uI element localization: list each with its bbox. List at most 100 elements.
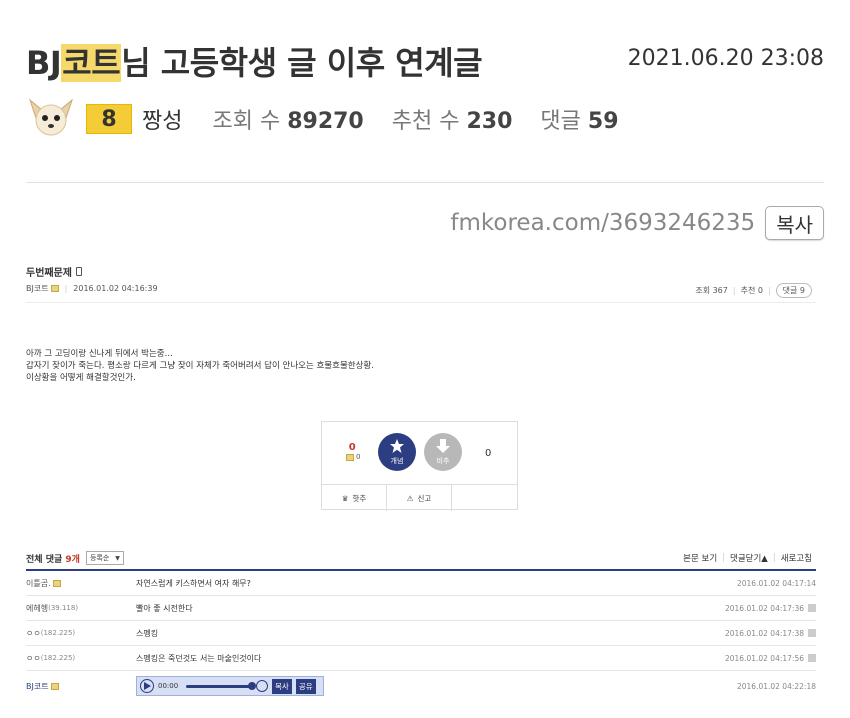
refresh-link[interactable]: 새로고침 bbox=[781, 552, 812, 564]
vote-down-count: 0 bbox=[485, 448, 492, 459]
actions-separator: | bbox=[772, 553, 776, 563]
comment-author[interactable]: 에헤헹 (39.118) bbox=[26, 603, 136, 614]
comment-time-text: 2016.01.02 04:17:36 bbox=[724, 603, 804, 613]
progress-slider[interactable] bbox=[186, 681, 256, 690]
delete-icon[interactable] bbox=[808, 654, 816, 662]
voice-comment: 00:00 복사 공유 bbox=[136, 676, 737, 696]
level-icon bbox=[50, 682, 59, 690]
level-badge: 8 bbox=[86, 104, 132, 134]
comment-ip: (182.225) bbox=[40, 629, 76, 637]
embed-stats: 조회 367 | 추천 0 | 댓글 9 bbox=[695, 283, 812, 298]
comment-header-actions: 본문 보기 | 댓글닫기▲ | 새로고침 bbox=[683, 552, 812, 564]
embed-datetime: 2016.01.02 04:16:39 bbox=[73, 284, 158, 293]
vote-up-small-number: 0 bbox=[356, 453, 361, 461]
siren-icon: ⚠ bbox=[406, 493, 414, 503]
author-nickname[interactable]: 짱성 bbox=[142, 103, 182, 135]
body-line: 아까 그 고딩이랑 신나게 뒤에서 박는중... bbox=[26, 349, 173, 359]
downvote-button[interactable]: 비추 bbox=[424, 433, 462, 471]
recommend-label: 추천 수 bbox=[391, 109, 460, 134]
play-button[interactable] bbox=[140, 679, 154, 693]
title-prefix: BJ bbox=[26, 44, 62, 82]
report-label: 신고 bbox=[417, 493, 432, 503]
header-divider bbox=[26, 182, 824, 183]
comment-author-name: ㅇㅇ bbox=[26, 653, 41, 663]
slider-knob[interactable] bbox=[248, 681, 256, 690]
chevron-up-icon: ▲ bbox=[761, 554, 768, 564]
embed-comment-count-button[interactable]: 댓글 9 bbox=[775, 283, 812, 298]
chihuahua-avatar-icon[interactable] bbox=[26, 96, 76, 142]
level-icon bbox=[52, 579, 61, 587]
scrap-button[interactable]: ♛ 핫추 bbox=[322, 485, 387, 511]
comments-label: 댓글 bbox=[540, 109, 581, 134]
mobile-icon bbox=[76, 267, 82, 276]
volume-icon[interactable] bbox=[256, 680, 268, 692]
comment-time: 2016.01.02 04:22:18 bbox=[737, 682, 816, 691]
comment-time-text: 2016.01.02 04:17:38 bbox=[724, 628, 804, 638]
sort-select[interactable]: 등록순 ▼ bbox=[85, 551, 124, 565]
comments-stat[interactable]: 댓글 59 bbox=[540, 103, 618, 135]
comment-time: 2016.01.02 04:17:38 bbox=[725, 629, 816, 638]
body-line: 갑자기 잦이가 죽는다. 평소랑 다르게 그냥 잦이 자체가 죽어버려서 답이 … bbox=[26, 361, 374, 371]
comment-time: 2016.01.02 04:17:56 bbox=[725, 654, 816, 663]
post-header: BJ코트님 고등학생 글 이후 연계글 2021.06.20 23:08 8 짱… bbox=[0, 0, 850, 184]
comment-row: 에헤헹 (39.118) 빨아 좋 시전한다 2016.01.02 04:17:3… bbox=[26, 596, 816, 621]
views-label: 조회 수 bbox=[212, 109, 281, 134]
page-title: BJ코트님 고등학생 글 이후 연계글 bbox=[26, 38, 483, 84]
comment-author-name: ㅇㅇ bbox=[26, 628, 41, 638]
comment-text: 스펭킹 bbox=[136, 628, 159, 638]
views-stat: 조회 수 89270 bbox=[212, 103, 363, 135]
upvote-button[interactable]: 개념 bbox=[378, 433, 416, 471]
view-body-link[interactable]: 본문 보기 bbox=[683, 552, 717, 564]
stats-separator: | bbox=[732, 286, 736, 295]
share-audio-button[interactable]: 공유 bbox=[295, 678, 316, 694]
crown-icon: ♛ bbox=[341, 493, 349, 503]
meta-separator: | bbox=[64, 284, 68, 293]
fold-comments-link[interactable]: 댓글닫기▲ bbox=[730, 552, 768, 564]
embed-divider bbox=[26, 302, 816, 303]
comment-row: 이틀곰. 자연스럽게 키스하면서 여자 해무? 2016.01.02 04:17… bbox=[26, 571, 816, 596]
level-icon bbox=[346, 453, 354, 461]
copy-audio-button[interactable]: 복사 bbox=[272, 678, 292, 694]
embed-views: 조회 367 bbox=[695, 286, 728, 295]
report-button[interactable]: ⚠ 신고 bbox=[387, 485, 452, 511]
downvote-label: 비추 bbox=[436, 457, 450, 465]
post-url[interactable]: fmkorea.com/3693246235 bbox=[450, 210, 755, 236]
comment-row: ㅇㅇ (182.225) 스펭킹 2016.01.02 04:17:38 bbox=[26, 621, 816, 646]
embed-body: 아까 그 고딩이랑 신나게 뒤에서 박는중... 갑자기 잦이가 죽는다. 평소… bbox=[26, 348, 374, 384]
vote-up-number: 0 bbox=[348, 442, 356, 453]
comment-author[interactable]: BJ코트 bbox=[26, 681, 136, 692]
recommend-count: 230 bbox=[466, 109, 513, 134]
comment-author[interactable]: ㅇㅇ (182.225) bbox=[26, 653, 136, 664]
copy-url-button[interactable]: 복사 bbox=[765, 206, 824, 240]
views-count: 89270 bbox=[287, 109, 364, 134]
upvote-label: 개념 bbox=[390, 457, 404, 465]
comment-ip: (182.225) bbox=[40, 654, 76, 662]
comment-time-text: 2016.01.02 04:17:14 bbox=[736, 578, 816, 588]
scrap-label: 핫추 bbox=[352, 493, 367, 503]
comment-time: 2016.01.02 04:17:36 bbox=[725, 604, 816, 613]
comment-author-name: BJ코트 bbox=[26, 681, 49, 691]
vote-actions: ♛ 핫추 ⚠ 신고 bbox=[322, 484, 517, 511]
comment-time-text: 2016.01.02 04:22:18 bbox=[736, 681, 816, 691]
arrow-down-icon bbox=[436, 439, 450, 453]
body-line: 이상황을 어떻게 해결할것인가. bbox=[26, 373, 136, 383]
comment-author[interactable]: 이틀곰. bbox=[26, 578, 136, 589]
embed-author[interactable]: BJ코트 bbox=[26, 283, 49, 294]
comment-text: 빨아 좋 시전한다 bbox=[136, 603, 193, 613]
comment-time: 2016.01.02 04:17:14 bbox=[737, 579, 816, 588]
sort-value: 등록순 bbox=[89, 554, 110, 562]
delete-icon[interactable] bbox=[808, 604, 816, 612]
comment-text: 스펭킹은 죽던것도 서는 마술인것이다 bbox=[136, 653, 262, 663]
comment-row: ㅇㅇ (182.225) 스펭킹은 죽던것도 서는 마술인것이다 2016.01.… bbox=[26, 646, 816, 671]
actions-separator: | bbox=[722, 553, 726, 563]
comment-author-name: 에헤헹 bbox=[26, 603, 49, 613]
vote-box: 0 0 개념 비추 0 ♛ 핫추 ⚠ 신고 bbox=[321, 421, 518, 511]
embed-title-text: 두번째문제 bbox=[26, 268, 72, 279]
vote-up-count: 0 0 bbox=[344, 442, 360, 461]
comment-author[interactable]: ㅇㅇ (182.225) bbox=[26, 628, 136, 639]
author-row: 8 짱성 조회 수 89270 추천 수 230 댓글 59 bbox=[26, 96, 647, 142]
comment-author-name: 이틀곰. bbox=[26, 578, 51, 588]
comment-text: 자연스럽게 키스하면서 여자 해무? bbox=[136, 578, 251, 588]
delete-icon[interactable] bbox=[808, 629, 816, 637]
all-comments-label: 전체 댓글 9개 bbox=[26, 552, 80, 565]
